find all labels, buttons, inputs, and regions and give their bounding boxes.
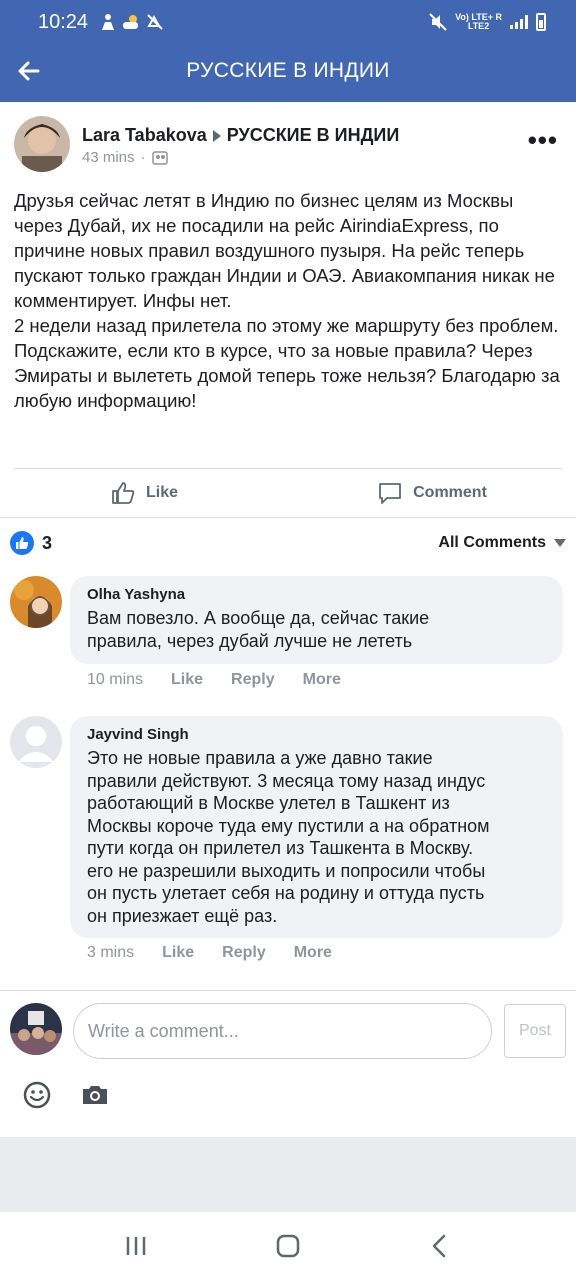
like-button[interactable]: Like — [0, 470, 288, 516]
comment-bubble: Jayvind Singh Это не новые правила а уже… — [70, 716, 563, 938]
comment-filter-label: All Comments — [438, 534, 546, 551]
bottom-spacer — [0, 1137, 576, 1212]
author-name[interactable]: Lara Tabakova — [82, 125, 207, 146]
recent-apps-icon[interactable] — [123, 1234, 149, 1258]
home-icon[interactable] — [275, 1233, 301, 1259]
back-icon[interactable] — [427, 1233, 453, 1259]
comment-filter-dropdown[interactable]: All Comments — [438, 534, 566, 552]
like-reaction-icon[interactable] — [10, 531, 34, 555]
network-line2: LTE2 — [467, 21, 490, 31]
more-options-icon[interactable]: ••• — [528, 127, 558, 153]
comment-composer: Post — [10, 1000, 566, 1060]
network-indicator: Vo) LTE+ R LTE2 — [455, 13, 502, 31]
comment-time[interactable]: 3 mins — [87, 944, 134, 962]
signal-icon — [510, 15, 528, 29]
battery-icon — [536, 13, 546, 31]
commenter-avatar[interactable] — [10, 716, 62, 768]
thumbs-up-icon — [112, 482, 135, 504]
app-header: 10:24 Vo) LTE+ R LTE2 РУССКИЕ В ИНДИИ — [0, 0, 576, 102]
camera-icon[interactable] — [80, 1080, 110, 1110]
comment-more-button[interactable]: More — [294, 944, 332, 962]
post-button[interactable]: Post — [504, 1004, 566, 1058]
composer-tools — [22, 1080, 110, 1110]
notification-weather-icon — [123, 15, 139, 29]
comment-actions: 10 mins Like Reply More — [87, 671, 341, 689]
group-privacy-icon — [151, 150, 168, 165]
status-bar: 10:24 Vo) LTE+ R LTE2 — [38, 10, 546, 34]
post-time[interactable]: 43 mins — [82, 149, 135, 166]
post-author-line: Lara Tabakova РУССКИЕ В ИНДИИ — [82, 125, 399, 146]
comment-icon — [379, 483, 402, 504]
divider — [14, 468, 562, 469]
divider — [0, 517, 576, 518]
comment-text: Это не новые правила а уже давно такие п… — [87, 748, 490, 926]
author-avatar[interactable] — [14, 116, 70, 172]
notification-icons — [100, 13, 164, 31]
like-label: Like — [145, 484, 178, 501]
status-time: 10:24 — [38, 10, 89, 33]
group-name[interactable]: РУССКИЕ В ИНДИИ — [227, 125, 400, 146]
emoji-icon[interactable] — [22, 1080, 52, 1110]
caret-down-icon — [554, 539, 566, 547]
comment-item: Jayvind Singh Это не новые правила а уже… — [10, 716, 566, 976]
comment-input[interactable] — [73, 1003, 492, 1059]
page-title: РУССКИЕ В ИНДИИ — [186, 59, 390, 82]
system-icons: Vo) LTE+ R LTE2 — [429, 13, 546, 31]
comment-bubble: Olha Yashyna Вам повезло. А вообще да, с… — [70, 576, 563, 664]
comment-text: Вам повезло. А вообще да, сейчас такие п… — [87, 608, 430, 651]
title-bar: РУССКИЕ В ИНДИИ — [0, 48, 576, 94]
divider — [0, 990, 576, 991]
comment-label: Comment — [413, 484, 487, 501]
post-header: Lara Tabakova РУССКИЕ В ИНДИИ 43 mins · … — [14, 116, 564, 176]
comment-button[interactable]: Comment — [288, 470, 576, 516]
current-user-avatar — [10, 1003, 62, 1055]
comment-item: Olha Yashyna Вам повезло. А вообще да, с… — [10, 576, 566, 696]
reactions-bar: 3 All Comments — [10, 528, 566, 558]
comment-like-button[interactable]: Like — [171, 671, 203, 689]
notification-person-icon — [102, 14, 115, 30]
mute-icon — [429, 13, 447, 31]
arrow-right-icon — [212, 129, 221, 142]
comment-time[interactable]: 10 mins — [87, 671, 143, 689]
reaction-count[interactable]: 3 — [42, 533, 52, 554]
commenter-avatar[interactable] — [10, 576, 62, 628]
back-arrow-icon[interactable] — [14, 56, 44, 86]
comment-reply-button[interactable]: Reply — [222, 944, 266, 962]
post-text: Друзья сейчас летят в Индию по бизнес це… — [14, 188, 562, 413]
post-body: Друзья сейчас летят в Индию по бизнес це… — [14, 190, 560, 411]
post-meta: 43 mins · — [82, 149, 168, 166]
comment-like-button[interactable]: Like — [162, 944, 194, 962]
commenter-name[interactable]: Olha Yashyna — [87, 586, 545, 603]
comment-actions: 3 mins Like Reply More — [87, 944, 332, 962]
post-actions: Like Comment — [0, 470, 576, 516]
system-navigation-bar — [0, 1212, 576, 1280]
notification-mute-icon — [147, 14, 163, 30]
comment-more-button[interactable]: More — [303, 671, 341, 689]
commenter-name[interactable]: Jayvind Singh — [87, 726, 545, 743]
comment-reply-button[interactable]: Reply — [231, 671, 275, 689]
